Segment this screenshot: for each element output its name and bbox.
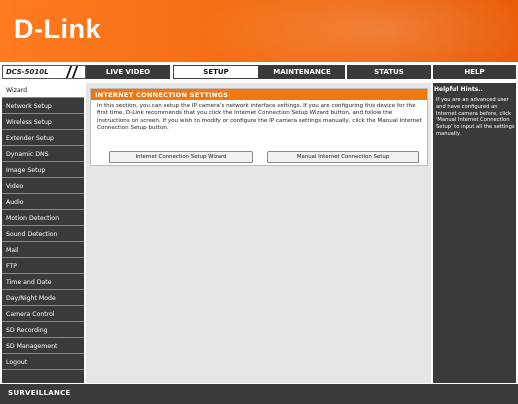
sidebar-item-time-and-date[interactable]: Time and Date (2, 275, 84, 290)
sidebar-item-image-setup[interactable]: Image Setup (2, 163, 84, 178)
section-title: INTERNET CONNECTION SETTINGS (91, 89, 427, 100)
tab-live-video[interactable]: LIVE VIDEO (86, 65, 170, 79)
footer (0, 384, 518, 404)
sidebar-item-sound-detection[interactable]: Sound Detection (2, 227, 84, 242)
sidebar-item-sd-management[interactable]: SD Management (2, 339, 84, 354)
sidebar-item-day-night-mode[interactable]: Day/Night Mode (2, 291, 84, 306)
slash-decoration-icon (65, 66, 81, 78)
sidebar-item-video[interactable]: Video (2, 179, 84, 194)
sidebar-item-audio[interactable]: Audio (2, 195, 84, 210)
sidebar-item-camera-control[interactable]: Camera Control (2, 307, 84, 322)
sidebar-item-wireless-setup[interactable]: Wireless Setup (2, 115, 84, 130)
internet-connection-setup-wizard-button[interactable]: Internet Connection Setup Wizard (109, 151, 253, 163)
help-title: Helpful Hints.. (434, 86, 483, 93)
sidebar-item-ftp[interactable]: FTP (2, 259, 84, 274)
tab-status[interactable]: STATUS (347, 65, 431, 79)
sidebar-item-wizard[interactable]: Wizard (2, 83, 84, 98)
sidebar-item-mail[interactable]: Mail (2, 243, 84, 258)
sidebar-item-logout[interactable]: Logout (2, 355, 84, 370)
sidebar-item-network-setup[interactable]: Network Setup (2, 99, 84, 114)
model-badge: DCS-5010L (2, 65, 86, 79)
tab-help[interactable]: HELP (433, 65, 516, 79)
tab-maintenance[interactable]: MAINTENANCE (259, 65, 345, 79)
sidebar-item-motion-detection[interactable]: Motion Detection (2, 211, 84, 226)
sidebar-item-sd-recording[interactable]: SD Recording (2, 323, 84, 338)
model-label: DCS-5010L (6, 68, 49, 76)
manual-internet-connection-setup-button[interactable]: Manual Internet Connection Setup (267, 151, 419, 163)
page-frame: D-Link DCS-5010L LIVE VIDEO SETUP MAINTE… (0, 0, 518, 404)
dlink-logo: D-Link (14, 14, 101, 44)
internet-connection-section: INTERNET CONNECTION SETTINGS In this sec… (90, 88, 428, 166)
sidebar-item-dynamic-dns[interactable]: Dynamic DNS (2, 147, 84, 162)
header-swoosh (198, 0, 518, 62)
tab-setup[interactable]: SETUP (173, 65, 259, 79)
footer-surveillance-label: SURVEILLANCE (8, 389, 71, 397)
section-description: In this section, you can setup the IP ca… (97, 103, 422, 131)
sidebar-item-extender-setup[interactable]: Extender Setup (2, 131, 84, 146)
help-text: If you are an advanced user and have con… (436, 97, 515, 137)
sidebar: Wizard Network Setup Wireless Setup Exte… (2, 83, 84, 383)
header-banner: D-Link (0, 0, 518, 62)
